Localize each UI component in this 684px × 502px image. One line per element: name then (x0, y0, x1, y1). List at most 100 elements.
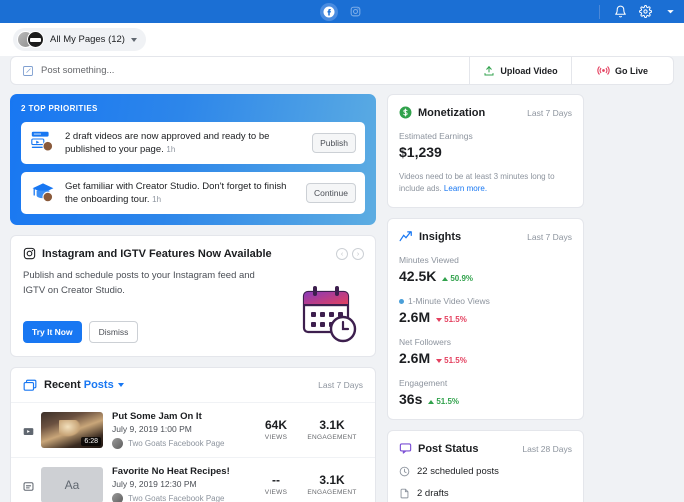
engagement-value: 3.1K (301, 418, 363, 432)
platform-switcher (0, 0, 684, 23)
video-icon (23, 424, 34, 435)
metric-row: 42.5K 50.9% (399, 268, 572, 284)
engagement-label: ENGAGEMENT (301, 434, 363, 441)
page-selector-chip[interactable]: All My Pages (12) (13, 28, 146, 51)
trend-down-icon (436, 318, 442, 322)
monetization-header: Monetization Last 7 Days (399, 106, 572, 119)
metric-delta: 51.5% (436, 356, 467, 365)
divider (599, 5, 600, 19)
insights-title: Insights (419, 231, 461, 243)
learn-more-link[interactable]: Learn more. (444, 184, 487, 193)
list-item[interactable]: 22 scheduled posts (399, 466, 572, 477)
try-it-now-button[interactable]: Try It Now (23, 321, 82, 343)
priority-time: 1h (166, 145, 175, 154)
posts-label[interactable]: Posts (84, 379, 114, 391)
table-row[interactable]: Aa Favorite No Heat Recipes! July 9, 201… (11, 457, 375, 502)
priority-time: 1h (152, 195, 161, 204)
go-live-icon (597, 64, 610, 77)
page-selector-label: All My Pages (12) (50, 34, 125, 45)
post-status-header: Post Status Last 28 Days (399, 442, 572, 455)
priority-message: Get familiar with Creator Studio. Don't … (65, 181, 286, 205)
metric-delta-value: 50.9% (450, 274, 473, 283)
composer-bar: Post something... Upload Video Go Live (10, 56, 674, 85)
posts-icon (23, 379, 37, 392)
instagram-card-header: Instagram and IGTV Features Now Availabl… (23, 247, 363, 260)
recent-label: Recent (44, 379, 84, 391)
chevron-down-icon[interactable] (662, 4, 678, 20)
post-page: Two Goats Facebook Page (112, 438, 234, 449)
top-priorities-banner: 2 TOP PRIORITIES 2 draft videos are now … (10, 94, 376, 225)
post-page-name: Two Goats Facebook Page (128, 439, 225, 448)
list-item[interactable]: 2 drafts (399, 488, 572, 499)
monetization-title: Monetization (418, 107, 485, 119)
calendar-clock-illustration (297, 284, 359, 344)
carousel-prev-button[interactable]: ‹ (336, 248, 348, 260)
estimated-earnings-value: $1,239 (399, 144, 572, 160)
topbar-actions (599, 0, 678, 23)
table-row[interactable]: 6:28 Put Some Jam On It July 9, 2019 1:0… (11, 402, 375, 457)
metric-label: 1-Minute Video Views (408, 296, 490, 306)
trend-down-icon (436, 359, 442, 363)
avatar (112, 438, 123, 449)
views-value: -- (251, 473, 301, 487)
dismiss-button[interactable]: Dismiss (89, 321, 139, 343)
post-info: Favorite No Heat Recipes! July 9, 2019 1… (112, 466, 234, 502)
metric-delta: 51.5% (436, 315, 467, 324)
metric-label: Engagement (399, 378, 572, 388)
views-stat: -- VIEWS (251, 473, 301, 496)
upload-video-button[interactable]: Upload Video (470, 57, 571, 84)
post-page-name: Two Goats Facebook Page (128, 494, 225, 502)
draft-video-icon (30, 131, 56, 155)
metric-dot-icon (399, 299, 404, 304)
trend-up-icon (442, 277, 448, 281)
post-status-range: Last 28 Days (522, 444, 572, 454)
instagram-card-description: Publish and schedule posts to your Insta… (23, 269, 258, 298)
monetization-range: Last 7 Days (527, 108, 572, 118)
priority-item[interactable]: Get familiar with Creator Studio. Don't … (21, 172, 365, 214)
priorities-heading: 2 TOP PRIORITIES (21, 104, 365, 113)
chevron-down-icon[interactable] (118, 383, 124, 387)
post-date: July 9, 2019 1:00 PM (112, 424, 234, 434)
avatar (27, 31, 44, 48)
post-title: Favorite No Heat Recipes! (112, 466, 234, 477)
gear-icon[interactable] (637, 4, 653, 20)
engagement-stat: 3.1K ENGAGEMENT (301, 418, 363, 441)
monetization-panel: Monetization Last 7 Days Estimated Earni… (387, 94, 584, 208)
go-live-button[interactable]: Go Live (572, 57, 673, 84)
metric-row: 36s 51.5% (399, 391, 572, 407)
document-icon (399, 488, 410, 499)
metric-value: 2.6M (399, 309, 430, 325)
metric-delta-value: 51.5% (444, 315, 467, 324)
metric-delta: 51.5% (428, 397, 459, 406)
publish-button[interactable]: Publish (312, 133, 356, 153)
post-thumbnail: 6:28 (41, 412, 103, 448)
post-status-panel: Post Status Last 28 Days 22 scheduled po… (387, 430, 584, 502)
recent-posts-header: Recent Posts Last 7 Days (11, 368, 375, 402)
post-title: Put Some Jam On It (112, 411, 234, 422)
recent-posts-range: Last 7 Days (318, 380, 363, 390)
instagram-icon[interactable] (346, 3, 364, 21)
composer-placeholder: Post something... (41, 65, 114, 76)
page-selector-bar: All My Pages (12) (0, 23, 684, 56)
post-something-input[interactable]: Post something... (11, 57, 469, 84)
facebook-icon[interactable] (320, 3, 338, 21)
left-column: 2 TOP PRIORITIES 2 draft videos are now … (10, 94, 376, 502)
insights-chart-icon (399, 230, 413, 243)
metric-delta: 50.9% (442, 274, 473, 283)
continue-button[interactable]: Continue (306, 183, 356, 203)
priority-text: Get familiar with Creator Studio. Don't … (65, 180, 297, 206)
engagement-stat: 3.1K ENGAGEMENT (301, 473, 363, 496)
metric-value: 36s (399, 391, 422, 407)
views-label: VIEWS (251, 434, 301, 441)
priority-text: 2 draft videos are now approved and read… (65, 130, 303, 156)
carousel-next-button[interactable]: › (352, 248, 364, 260)
instagram-igtv-card: Instagram and IGTV Features Now Availabl… (10, 235, 376, 357)
list-item-label: 2 drafts (417, 488, 449, 499)
metric-label: Minutes Viewed (399, 255, 572, 265)
metric-label-row: 1-Minute Video Views (399, 296, 572, 306)
post-thumbnail: Aa (41, 467, 103, 502)
engagement-value: 3.1K (301, 473, 363, 487)
trend-up-icon (428, 400, 434, 404)
priority-item[interactable]: 2 draft videos are now approved and read… (21, 122, 365, 164)
bell-icon[interactable] (612, 4, 628, 20)
